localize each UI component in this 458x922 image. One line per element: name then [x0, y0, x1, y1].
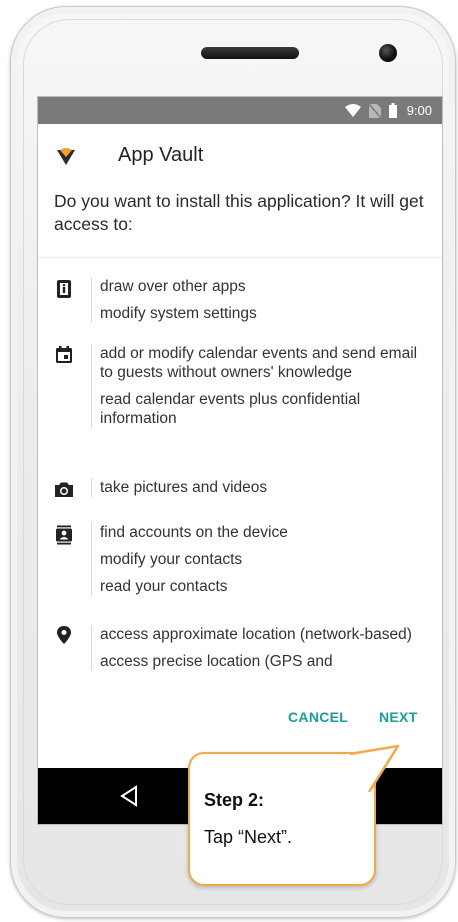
- camera-icon: [55, 482, 73, 497]
- permission-group-items: find accounts on the device modify your …: [91, 523, 418, 596]
- permission-group-items: draw over other apps modify system setti…: [91, 277, 418, 323]
- next-button[interactable]: NEXT: [379, 709, 418, 725]
- permission-item: read calendar events plus confidential i…: [100, 391, 361, 427]
- permission-item: modify your contacts: [100, 551, 243, 568]
- callout-text: Tap “Next”.: [204, 827, 293, 847]
- callout-title: Step 2:: [204, 790, 265, 810]
- screen-overlay-icon: [57, 280, 71, 298]
- no-sim-icon: [368, 103, 381, 118]
- phone-screen: 9:00 App Vault Do you want to install th…: [38, 97, 442, 824]
- front-camera: [379, 44, 397, 62]
- permission-item: read your contacts: [100, 578, 228, 595]
- status-time: 9:00: [406, 103, 432, 118]
- install-actions: CANCEL NEXT: [38, 709, 442, 749]
- install-header: App Vault Do you want to install this ap…: [38, 124, 442, 258]
- permission-item: modify system settings: [100, 305, 257, 322]
- permission-group-items: take pictures and videos: [91, 478, 418, 497]
- location-pin-icon: [57, 626, 71, 644]
- tutorial-callout: [188, 752, 376, 886]
- battery-icon: [388, 103, 397, 118]
- cancel-button[interactable]: CANCEL: [288, 709, 348, 725]
- install-question: Do you want to install this application?…: [54, 191, 424, 234]
- permission-group-items: add or modify calendar events and send e…: [91, 344, 418, 428]
- permission-group-items: access approximate location (network-bas…: [91, 625, 418, 671]
- calendar-icon: [56, 346, 72, 363]
- wifi-icon: [344, 104, 361, 117]
- app-name: App Vault: [118, 144, 204, 166]
- app-vault-logo-icon: [57, 148, 75, 165]
- contacts-icon: [56, 525, 72, 545]
- permission-item: access approximate location (network-bas…: [100, 626, 412, 643]
- speaker-grille: [201, 47, 299, 59]
- permission-item: add or modify calendar events and send e…: [100, 345, 418, 381]
- status-bar: 9:00: [38, 97, 442, 124]
- permission-item: draw over other apps: [100, 278, 246, 295]
- permission-item: find accounts on the device: [100, 524, 288, 541]
- permission-item: take pictures and videos: [100, 479, 268, 496]
- permission-list[interactable]: draw over other apps modify system setti…: [38, 258, 442, 678]
- back-triangle-icon[interactable]: [118, 784, 140, 808]
- permission-item: access precise location (GPS and: [100, 653, 333, 670]
